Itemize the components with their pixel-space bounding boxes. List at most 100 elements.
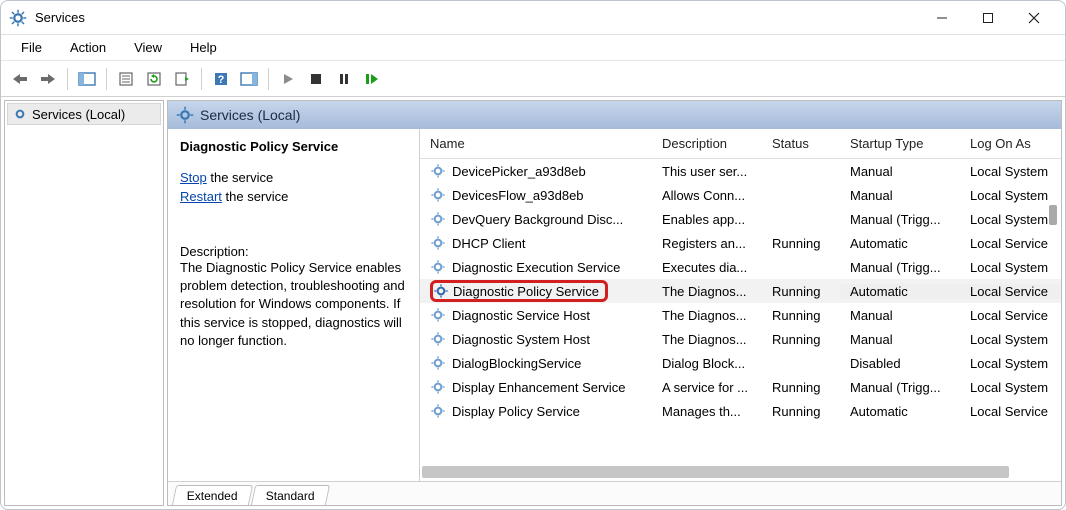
col-description[interactable]: Description	[652, 136, 762, 151]
table-row[interactable]: Diagnostic System HostThe Diagnos...Runn…	[420, 327, 1061, 351]
gear-icon	[430, 235, 446, 251]
service-startup-cell: Automatic	[840, 236, 960, 251]
detail-pane: Diagnostic Policy Service Stop the servi…	[168, 129, 420, 481]
col-startup-type[interactable]: Startup Type	[840, 136, 960, 151]
service-status-cell: Running	[762, 380, 840, 395]
table-row[interactable]: Diagnostic Execution ServiceExecutes dia…	[420, 255, 1061, 279]
console-tree[interactable]: Services (Local)	[4, 100, 164, 506]
help-button[interactable]: ?	[208, 66, 234, 92]
restart-service-button[interactable]	[359, 66, 385, 92]
service-name-cell: DevicesFlow_a93d8eb	[420, 187, 652, 203]
service-logon-cell: Local System	[960, 332, 1060, 347]
service-status-cell: Running	[762, 404, 840, 419]
service-description-cell: Allows Conn...	[652, 188, 762, 203]
table-row[interactable]: Display Policy ServiceManages th...Runni…	[420, 399, 1061, 423]
export-list-button[interactable]	[169, 66, 195, 92]
service-logon-cell: Local Service	[960, 404, 1060, 419]
service-logon-cell: Local System	[960, 380, 1060, 395]
service-status-cell: Running	[762, 284, 840, 299]
close-button[interactable]	[1011, 3, 1057, 33]
service-description-cell: The Diagnos...	[652, 332, 762, 347]
properties-button[interactable]	[113, 66, 139, 92]
menu-view[interactable]: View	[120, 37, 176, 58]
minimize-button[interactable]	[919, 3, 965, 33]
service-startup-cell: Automatic	[840, 284, 960, 299]
service-startup-cell: Automatic	[840, 404, 960, 419]
service-description-cell: This user ser...	[652, 164, 762, 179]
service-status-cell: Running	[762, 236, 840, 251]
service-name-cell: Diagnostic Execution Service	[420, 259, 652, 275]
gear-icon	[430, 403, 446, 419]
tree-node-services-local[interactable]: Services (Local)	[7, 103, 161, 125]
services-app-icon	[9, 9, 27, 27]
service-startup-cell: Manual	[840, 164, 960, 179]
description-body: The Diagnostic Policy Service enables pr…	[180, 259, 407, 350]
service-logon-cell: Local Service	[960, 236, 1060, 251]
tab-extended-label: Extended	[187, 489, 238, 503]
gear-icon	[433, 283, 449, 299]
menu-action[interactable]: Action	[56, 37, 120, 58]
tab-extended[interactable]: Extended	[172, 485, 253, 505]
service-name-cell: Display Policy Service	[420, 403, 652, 419]
description-label: Description:	[180, 244, 407, 259]
gear-icon	[430, 259, 446, 275]
vertical-scrollbar[interactable]	[1049, 159, 1059, 459]
restart-suffix: the service	[222, 189, 288, 204]
service-logon-cell: Local System	[960, 164, 1060, 179]
service-description-cell: Manages th...	[652, 404, 762, 419]
horizontal-scrollbar[interactable]	[420, 465, 1049, 479]
service-startup-cell: Manual (Trigg...	[840, 260, 960, 275]
service-description-cell: The Diagnos...	[652, 308, 762, 323]
tab-standard-label: Standard	[266, 489, 315, 503]
table-row[interactable]: Display Enhancement ServiceA service for…	[420, 375, 1061, 399]
tabs-strip: Extended Standard	[168, 481, 1061, 505]
service-startup-cell: Manual	[840, 308, 960, 323]
col-log-on-as[interactable]: Log On As	[960, 136, 1060, 151]
gear-icon	[430, 355, 446, 371]
services-window: Services File Action View Help ?	[0, 0, 1066, 510]
menu-help[interactable]: Help	[176, 37, 231, 58]
tab-standard[interactable]: Standard	[251, 485, 330, 505]
svg-text:?: ?	[218, 74, 225, 86]
table-row[interactable]: Diagnostic Policy ServiceThe Diagnos...R…	[420, 279, 1061, 303]
table-row[interactable]: DialogBlockingServiceDialog Block...Disa…	[420, 351, 1061, 375]
forward-button[interactable]	[35, 66, 61, 92]
stop-link[interactable]: Stop	[180, 170, 207, 185]
refresh-button[interactable]	[141, 66, 167, 92]
service-list: Name Description Status Startup Type Log…	[420, 129, 1061, 481]
maximize-button[interactable]	[965, 3, 1011, 33]
gear-icon	[430, 331, 446, 347]
show-hide-console-tree-button[interactable]	[74, 66, 100, 92]
table-row[interactable]: DevicePicker_a93d8ebThis user ser...Manu…	[420, 159, 1061, 183]
stop-service-button[interactable]	[303, 66, 329, 92]
selected-service-name: Diagnostic Policy Service	[180, 139, 407, 154]
main-area: Services (Local) Services (Local) Diagno…	[1, 97, 1065, 509]
column-headers: Name Description Status Startup Type Log…	[420, 129, 1061, 159]
service-name-cell: Display Enhancement Service	[420, 379, 652, 395]
service-logon-cell: Local Service	[960, 308, 1060, 323]
back-button[interactable]	[7, 66, 33, 92]
gear-icon	[176, 106, 194, 124]
start-service-button[interactable]	[275, 66, 301, 92]
service-name-cell: DHCP Client	[420, 235, 652, 251]
right-header-label: Services (Local)	[200, 107, 300, 123]
service-logon-cell: Local System	[960, 212, 1060, 227]
service-description-cell: A service for ...	[652, 380, 762, 395]
show-hide-action-pane-button[interactable]	[236, 66, 262, 92]
service-description-cell: Enables app...	[652, 212, 762, 227]
table-row[interactable]: DHCP ClientRegisters an...RunningAutomat…	[420, 231, 1061, 255]
table-row[interactable]: Diagnostic Service HostThe Diagnos...Run…	[420, 303, 1061, 327]
restart-link[interactable]: Restart	[180, 189, 222, 204]
col-name[interactable]: Name	[420, 136, 652, 151]
pause-service-button[interactable]	[331, 66, 357, 92]
service-status-cell: Running	[762, 308, 840, 323]
menu-file[interactable]: File	[7, 37, 56, 58]
table-row[interactable]: DevQuery Background Disc...Enables app..…	[420, 207, 1061, 231]
table-row[interactable]: DevicesFlow_a93d8ebAllows Conn...ManualL…	[420, 183, 1061, 207]
gear-icon	[430, 211, 446, 227]
menubar: File Action View Help	[1, 35, 1065, 61]
col-status[interactable]: Status	[762, 136, 840, 151]
service-name-cell: DevQuery Background Disc...	[420, 211, 652, 227]
vertical-scrollbar-thumb[interactable]	[1049, 205, 1057, 225]
horizontal-scrollbar-thumb[interactable]	[422, 466, 1009, 478]
